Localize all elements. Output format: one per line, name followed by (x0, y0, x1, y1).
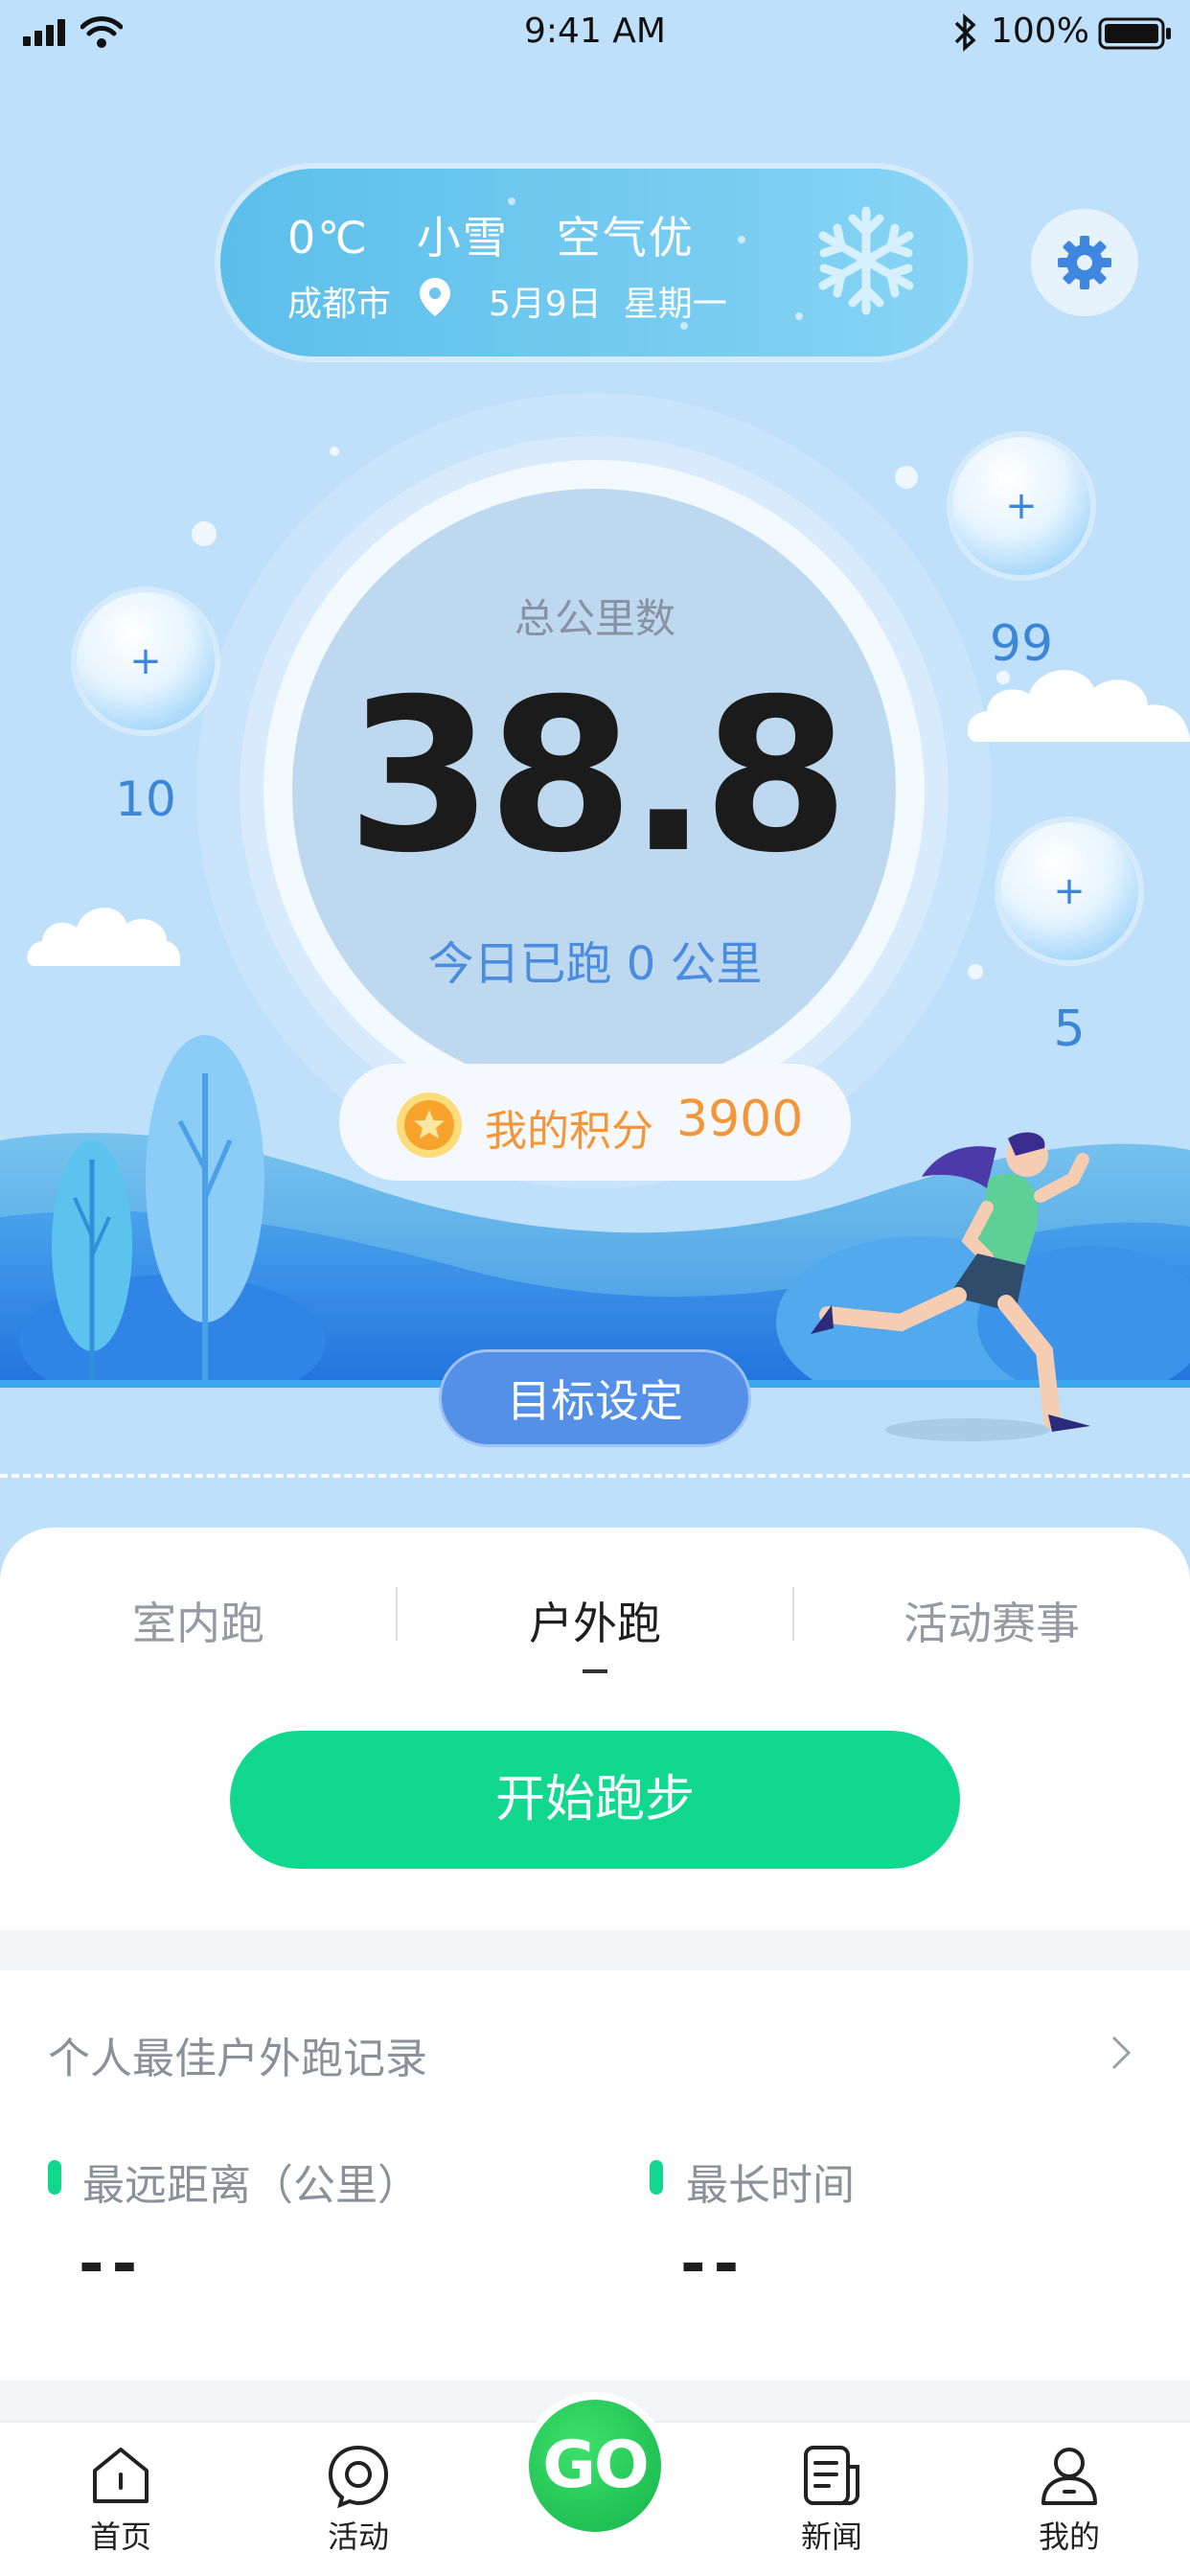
date: 5月9日 星期一 (489, 276, 727, 326)
bubble-sign: + (1005, 484, 1038, 528)
weather-summary: 0℃ 小雪 空气优 (287, 203, 695, 266)
record-value-distance: -- (79, 2229, 146, 2300)
record-marker (48, 2160, 61, 2195)
tab-outdoor-run[interactable]: 户外跑 (451, 1589, 739, 1652)
record-value-time: -- (680, 2229, 747, 2300)
location-pin-icon (420, 278, 450, 316)
tab-indoor-run[interactable]: 室内跑 (55, 1589, 342, 1652)
track-dashed-line (0, 1474, 1190, 1478)
tabbar-label: 首页 (89, 2518, 151, 2555)
date-text: 5月9日 (489, 285, 602, 324)
active-tab-indicator (583, 1669, 607, 1673)
battery-percent: 100% (991, 12, 1089, 51)
start-run-button[interactable]: 开始跑步 (230, 1731, 960, 1869)
energy-bubble[interactable]: +99 (952, 437, 1090, 673)
record-label-distance: 最远距离（公里） (82, 2161, 420, 2210)
points-pill[interactable]: 我的积分 3900 (339, 1064, 851, 1181)
points-value: 3900 (676, 1091, 804, 1148)
bubble-value: 5 (1053, 1000, 1086, 1058)
settings-button[interactable] (1031, 209, 1138, 316)
bubble-sign: + (129, 639, 162, 683)
weekday: 星期一 (623, 285, 727, 324)
go-button-label: GO (529, 2400, 661, 2532)
status-bar: 9:41 AM 100% (0, 0, 1190, 67)
weather-card[interactable]: 0℃ 小雪 空气优 成都市 5月9日 星期一 (220, 169, 968, 356)
record-label-time: 最长时间 (686, 2161, 855, 2210)
tabbar-label: 我的 (1038, 2518, 1100, 2555)
coin-icon (397, 1092, 462, 1158)
best-records-section: 个人最佳户外跑记录 最远距离（公里） -- 最长时间 -- (0, 1970, 1190, 2380)
record-marker (650, 2160, 663, 2195)
bubble-value: 10 (115, 771, 176, 827)
bubble-value: 99 (989, 615, 1054, 673)
decor-dot (330, 447, 339, 456)
records-title[interactable]: 个人最佳户外跑记录 (48, 2024, 427, 2085)
points-label: 我的积分 (485, 1107, 653, 1156)
weather-condition: 小雪 (416, 212, 509, 264)
news-icon (804, 2446, 859, 2505)
temperature: 0℃ (287, 212, 369, 264)
today-value: 0 (626, 937, 656, 991)
decor-dot (192, 521, 217, 546)
bluetooth-icon (954, 13, 976, 52)
gear-icon (1058, 236, 1111, 289)
tabbar-label: 新闻 (800, 2518, 862, 2555)
tabbar-activity[interactable]: 活动 (282, 2442, 435, 2557)
energy-bubble[interactable]: +10 (77, 592, 215, 827)
activity-icon (328, 2445, 389, 2509)
today-unit: 公里 (670, 937, 763, 991)
section-gap (0, 1930, 1190, 1970)
air-quality: 空气优 (556, 212, 695, 264)
battery-icon (1098, 17, 1171, 50)
energy-bubble[interactable]: +5 (1000, 822, 1138, 1058)
city: 成都市 (287, 285, 392, 324)
run-type-card: 室内跑 户外跑 活动赛事 开始跑步 (0, 1528, 1190, 1930)
tabbar-profile[interactable]: 我的 (993, 2442, 1146, 2557)
snowflake-icon (818, 206, 914, 315)
tab-divider (792, 1587, 794, 1641)
tabbar-home[interactable]: 首页 (44, 2442, 197, 2557)
running-home-screen: 9:41 AM 100% 0℃ 小雪 空气优 成都市 5月9日 星期一 总公里数… (0, 0, 1190, 2576)
tabbar-news[interactable]: 新闻 (755, 2442, 908, 2557)
goal-setting-button[interactable]: 目标设定 (439, 1349, 751, 1447)
tabbar-label: 活动 (327, 2518, 389, 2555)
decor-dot (895, 466, 918, 489)
tab-events[interactable]: 活动赛事 (848, 1589, 1135, 1652)
tab-divider (396, 1587, 398, 1641)
go-button[interactable]: GO (521, 2392, 669, 2540)
chevron-right-icon[interactable] (1110, 2034, 1133, 2072)
home-icon (93, 2448, 149, 2503)
profile-icon (1041, 2448, 1097, 2505)
today-prefix: 今日已跑 (427, 937, 612, 991)
bubble-sign: + (1053, 869, 1086, 913)
